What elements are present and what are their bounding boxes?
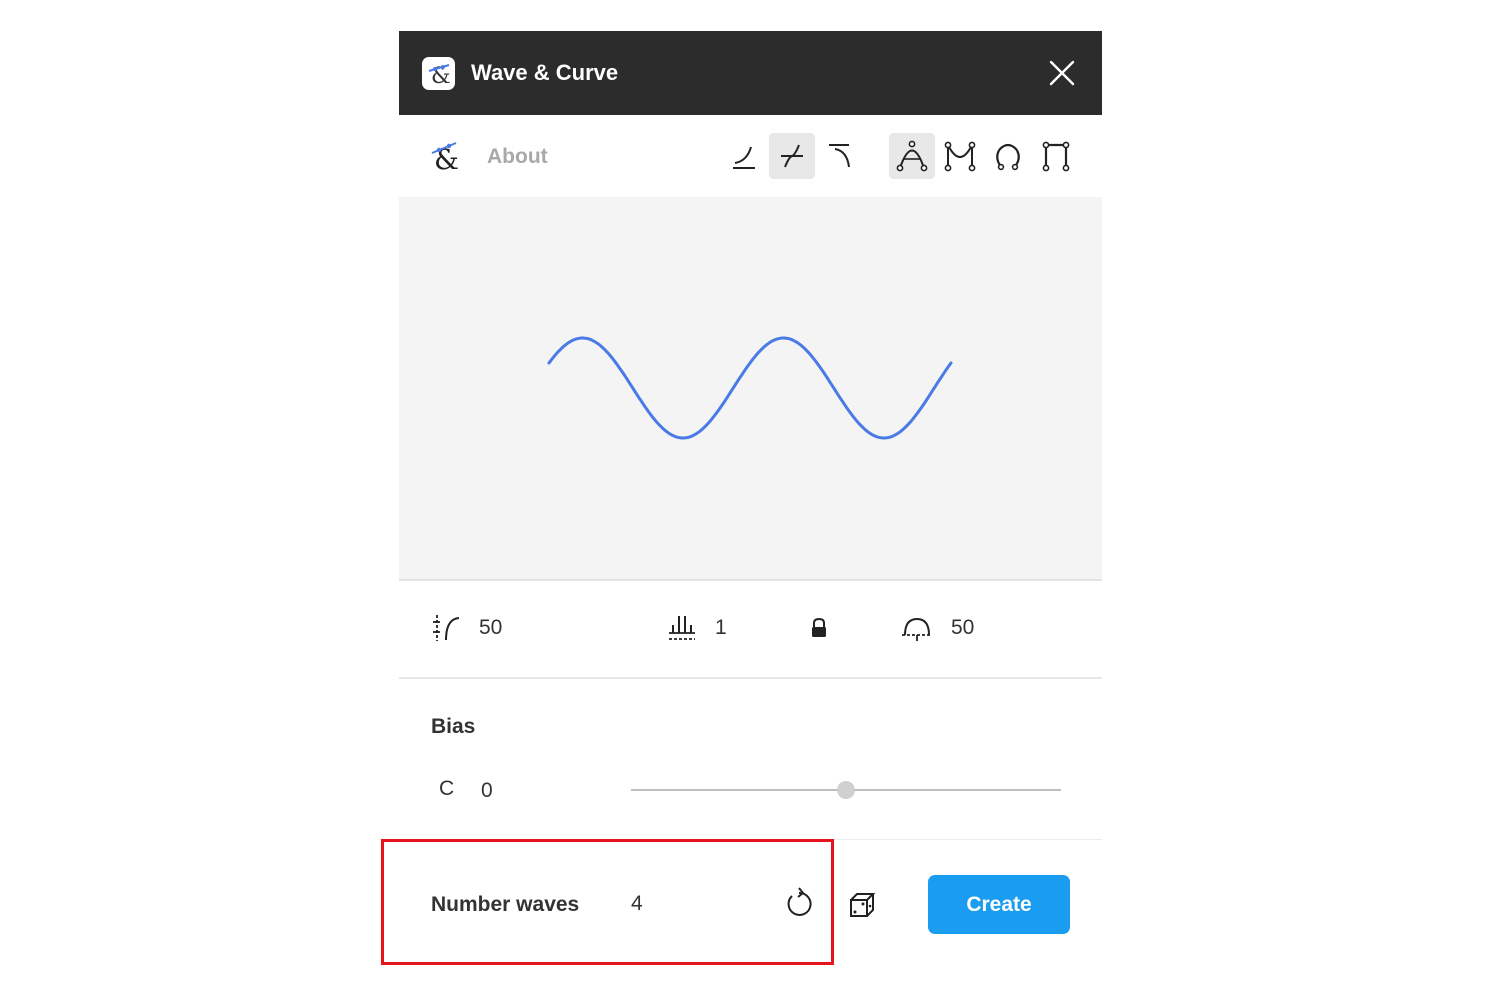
wave-icon[interactable]	[769, 133, 815, 179]
title-bar: & Wave & Curve	[399, 31, 1102, 115]
peak-icon[interactable]	[889, 133, 935, 179]
steps-param[interactable]: 1	[667, 613, 727, 643]
ampersand-logo-icon[interactable]: &	[430, 139, 462, 176]
curve-down-icon[interactable]	[721, 133, 767, 179]
bias-slider-thumb[interactable]	[837, 781, 855, 799]
close-icon[interactable]	[1047, 58, 1077, 88]
radius-value: 50	[951, 616, 975, 639]
wave-path	[547, 336, 953, 440]
dice-icon[interactable]	[847, 888, 879, 920]
bias-c-label: C	[439, 777, 455, 800]
lock-icon[interactable]	[809, 617, 829, 639]
bias-value[interactable]: 0	[481, 779, 493, 803]
bias-label: Bias	[431, 715, 476, 738]
wave-parameters: 50 1 50	[399, 581, 1102, 679]
amplitude-icon	[433, 615, 460, 641]
bezier-icon[interactable]	[937, 133, 983, 179]
steps-icon	[669, 616, 695, 640]
curve-up-icon[interactable]	[817, 133, 863, 179]
reset-icon[interactable]	[784, 887, 814, 919]
window-title: Wave & Curve	[471, 60, 619, 85]
square-wave-icon[interactable]	[1033, 133, 1079, 179]
number-waves-input[interactable]	[617, 885, 785, 923]
about-link[interactable]: About	[487, 145, 548, 169]
app-logo-icon: &	[422, 57, 455, 90]
wave-preview	[399, 197, 1102, 581]
amplitude-param[interactable]: 50	[431, 613, 502, 643]
radius-icon	[902, 617, 932, 641]
amplitude-value: 50	[479, 616, 503, 639]
bias-section: Bias C 0	[399, 679, 1102, 840]
number-waves-label: Number waves	[431, 893, 580, 916]
steps-value: 1	[715, 616, 727, 639]
footer: Number waves Create	[399, 841, 1102, 971]
loop-icon[interactable]	[985, 133, 1031, 179]
create-button[interactable]: Create	[928, 875, 1070, 934]
radius-param[interactable]: 50	[901, 613, 974, 643]
plugin-panel: & Wave & Curve & About 50 1 50 Bias C 0 …	[399, 31, 1102, 971]
